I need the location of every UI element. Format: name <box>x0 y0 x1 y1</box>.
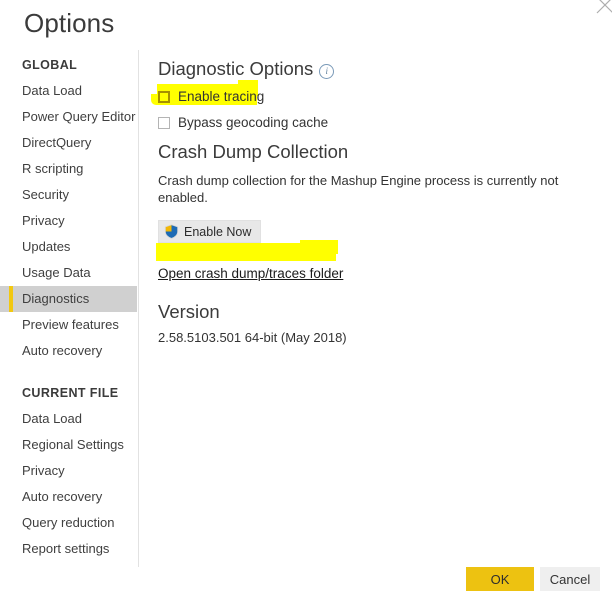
checkbox-row-enable-tracing[interactable]: Enable tracing <box>158 89 264 104</box>
sidebar-item-privacy[interactable]: Privacy <box>0 208 137 234</box>
cancel-button[interactable]: Cancel <box>540 567 600 591</box>
checkbox-enable-tracing[interactable] <box>158 90 170 103</box>
version-heading: Version <box>158 301 220 322</box>
sidebar-item-r-scripting[interactable]: R scripting <box>0 156 137 182</box>
ok-button[interactable]: OK <box>466 567 534 591</box>
checkbox-label-enable-tracing: Enable tracing <box>178 89 265 104</box>
sidebar-item-diagnostics[interactable]: Diagnostics <box>0 286 137 312</box>
sidebar-item-file-auto-recovery[interactable]: Auto recovery <box>0 484 137 510</box>
diagnostic-options-heading-text: Diagnostic Options <box>158 58 314 79</box>
sidebar-item-power-query-editor[interactable]: Power Query Editor <box>0 104 137 130</box>
sidebar-group-global-title: GLOBAL <box>22 58 78 72</box>
sidebar-divider <box>138 50 139 567</box>
sidebar-item-auto-recovery[interactable]: Auto recovery <box>0 338 137 364</box>
sidebar-group-current-file-title: CURRENT FILE <box>22 386 119 400</box>
sidebar-item-updates[interactable]: Updates <box>0 234 137 260</box>
sidebar-item-regional-settings[interactable]: Regional Settings <box>0 432 137 458</box>
crash-dump-link-row: Open crash dump/traces folder <box>158 265 343 283</box>
version-value: 2.58.5103.501 64-bit (May 2018) <box>158 330 347 345</box>
enable-now-button[interactable]: Enable Now <box>158 220 262 243</box>
crash-dump-heading-text: Crash Dump Collection <box>158 141 349 162</box>
sidebar-item-data-load[interactable]: Data Load <box>0 78 137 104</box>
sidebar-item-query-reduction[interactable]: Query reduction <box>0 510 137 536</box>
sidebar-item-usage-data[interactable]: Usage Data <box>0 260 137 286</box>
sidebar: GLOBAL Data Load Power Query Editor Dire… <box>0 58 137 562</box>
dialog-footer: OK Cancel <box>0 567 612 613</box>
uac-shield-icon <box>164 224 179 239</box>
diagnostic-options-heading: Diagnostic Options i <box>158 58 598 80</box>
open-crash-dump-folder-link[interactable]: Open crash dump/traces folder <box>158 266 343 281</box>
sidebar-item-report-settings[interactable]: Report settings <box>0 536 137 562</box>
sidebar-item-preview-features[interactable]: Preview features <box>0 312 137 338</box>
close-icon[interactable] <box>592 0 612 18</box>
checkbox-row-bypass-geocoding-cache[interactable]: Bypass geocoding cache <box>158 115 328 130</box>
checkbox-label-bypass-geocoding-cache: Bypass geocoding cache <box>178 115 329 130</box>
info-icon[interactable]: i <box>319 63 335 79</box>
checkbox-bypass-geocoding-cache[interactable] <box>158 116 170 129</box>
crash-dump-description: Crash dump collection for the Mashup Eng… <box>158 173 559 205</box>
sidebar-item-directquery[interactable]: DirectQuery <box>0 130 137 156</box>
sidebar-item-security[interactable]: Security <box>0 182 137 208</box>
sidebar-item-file-data-load[interactable]: Data Load <box>0 406 137 432</box>
crash-dump-heading: Crash Dump Collection <box>158 141 598 163</box>
sidebar-item-file-privacy[interactable]: Privacy <box>0 458 137 484</box>
enable-now-button-label: Enable Now <box>184 224 252 239</box>
page-title: Options <box>24 8 115 38</box>
options-content-pane: Diagnostic Options i Enable tracing Bypa… <box>158 58 598 345</box>
